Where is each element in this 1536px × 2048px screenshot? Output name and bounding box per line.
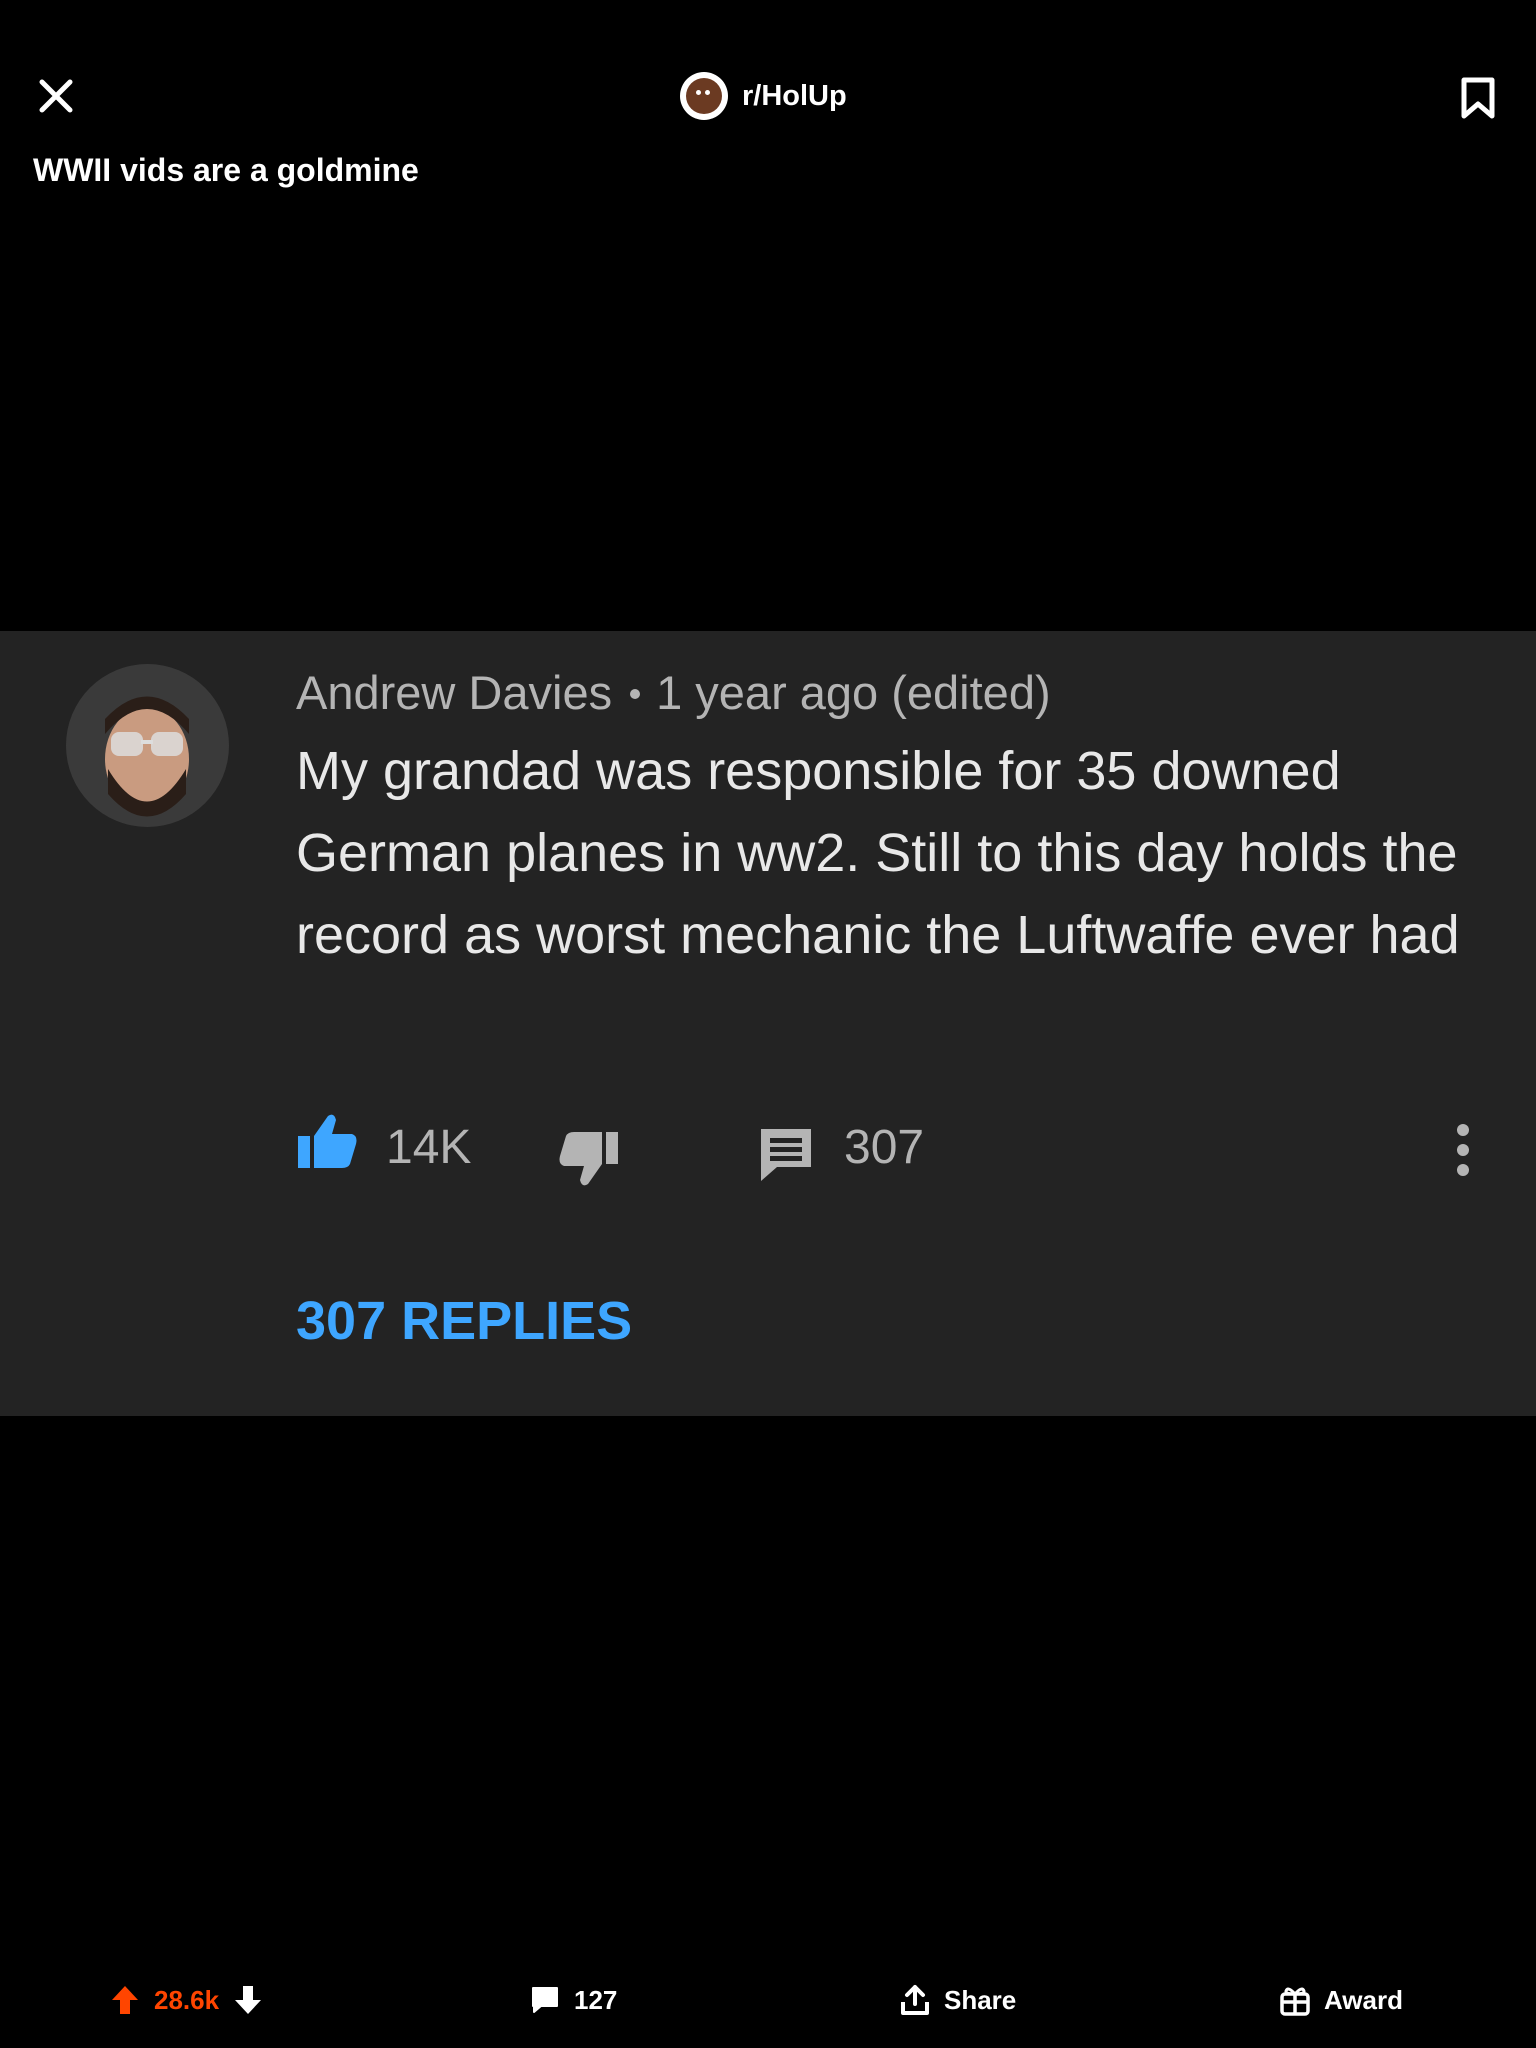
subreddit-name: r/HolUp — [742, 79, 847, 112]
subreddit-avatar — [680, 72, 728, 120]
comment-count: 127 — [574, 1984, 618, 2015]
commenter-avatar — [66, 664, 229, 827]
close-icon[interactable] — [38, 78, 74, 114]
bookmark-icon[interactable] — [1458, 76, 1498, 120]
like-count: 14K — [386, 1121, 472, 1174]
comment-text: My grandad was responsible for 35 downed… — [296, 741, 1460, 965]
post-title: WWII vids are a goldmine — [33, 152, 419, 188]
comment-icon[interactable] — [757, 1125, 815, 1183]
reply-count: 307 — [844, 1121, 925, 1174]
award-button[interactable]: Award — [1280, 1980, 1403, 2020]
replies-link[interactable]: 307 REPLIES — [296, 1290, 632, 1352]
gift-icon — [1280, 1987, 1310, 2016]
vote-group: 28.6k — [110, 1980, 263, 2020]
share-icon — [901, 1985, 929, 2015]
comment-timestamp: 1 year ago (edited) — [656, 666, 1051, 719]
comment-bubble-icon — [532, 1987, 558, 2013]
comment-author: Andrew Davies — [296, 666, 613, 719]
thumbs-down-icon[interactable] — [558, 1128, 620, 1190]
share-label: Share — [944, 1984, 1017, 2015]
subreddit-chip[interactable]: r/HolUp — [680, 71, 847, 121]
downvote-icon[interactable] — [233, 1984, 263, 2016]
more-vertical-icon[interactable] — [1448, 1122, 1478, 1178]
share-button[interactable]: Share — [900, 1980, 1016, 2020]
award-label: Award — [1324, 1984, 1403, 2015]
thumbs-up-icon[interactable] — [296, 1110, 358, 1172]
vote-count: 28.6k — [154, 1984, 220, 2015]
separator-dot — [630, 688, 641, 699]
upvote-icon[interactable] — [110, 1984, 140, 2016]
comment-meta: Andrew Davies 1 year ago (edited) — [296, 665, 1051, 720]
comments-button[interactable]: 127 — [530, 1980, 617, 2020]
